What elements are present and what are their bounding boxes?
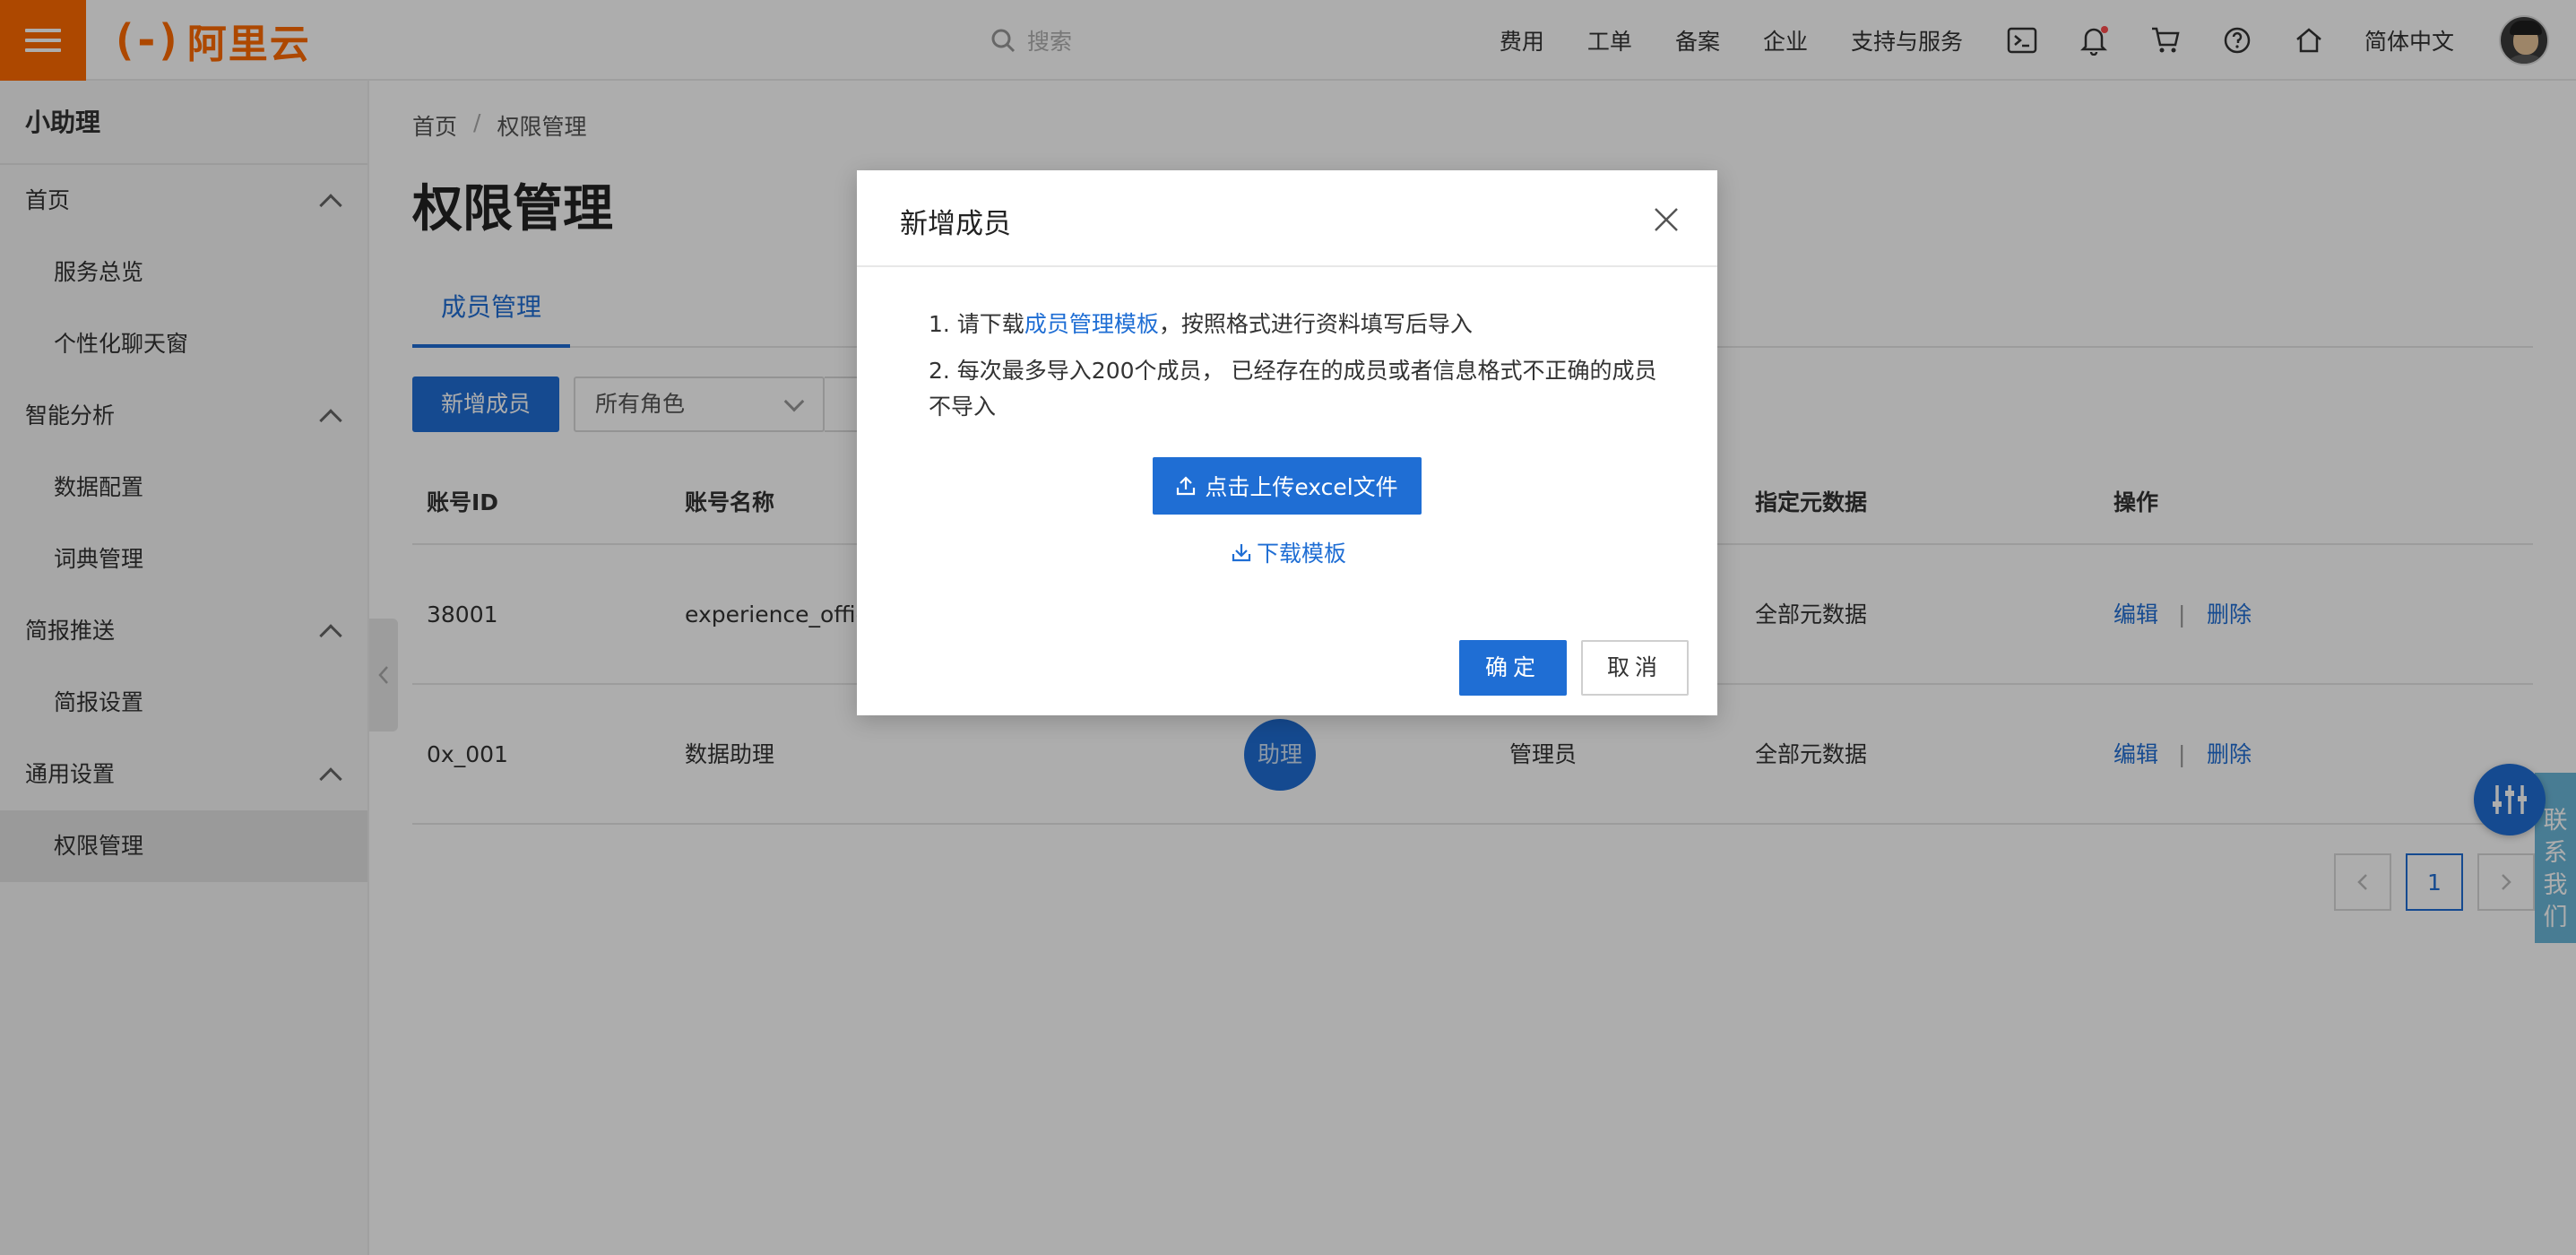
add-member-dialog: 新增成员 1. 请下载成员管理模板，按照格式进行资料填写后导入 2. 每次最多导… xyxy=(857,170,1717,715)
instruction-line-1: 1. 请下载成员管理模板，按照格式进行资料填写后导入 xyxy=(929,311,1473,337)
upload-excel-button[interactable]: 点击上传excel文件 xyxy=(1153,457,1422,515)
dialog-instructions: 1. 请下载成员管理模板，按照格式进行资料填写后导入 2. 每次最多导入200个… xyxy=(929,307,1664,436)
download-template-link[interactable]: 下载模板 xyxy=(1232,534,1346,570)
dialog-title: 新增成员 xyxy=(900,208,1011,240)
template-link[interactable]: 成员管理模板 xyxy=(1024,311,1159,337)
cancel-button[interactable]: 取消 xyxy=(1581,640,1689,696)
dialog-header: 新增成员 xyxy=(857,170,1717,267)
upload-icon xyxy=(1177,476,1196,496)
confirm-button[interactable]: 确定 xyxy=(1459,640,1567,696)
close-icon[interactable] xyxy=(1651,204,1681,235)
download-icon xyxy=(1232,544,1251,562)
instruction-line-2: 2. 每次最多导入200个成员， 已经存在的成员或者信息格式不正确的成员不导入 xyxy=(929,358,1657,420)
